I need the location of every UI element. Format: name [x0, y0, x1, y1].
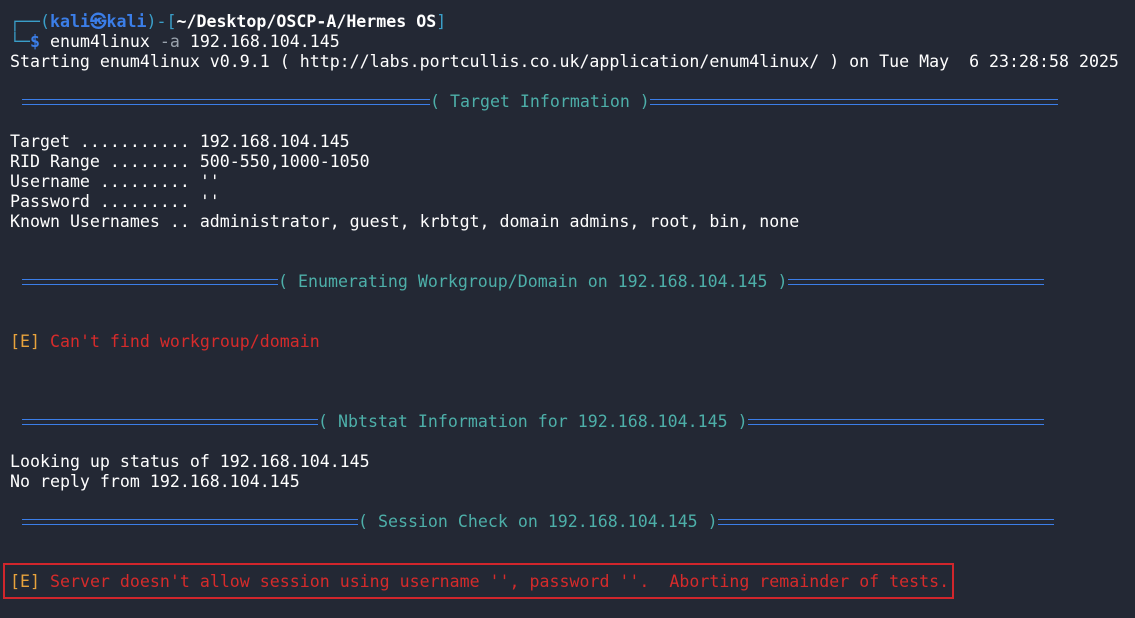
- nbtstat-lookup-line: Looking up status of 192.168.104.145: [10, 452, 370, 471]
- section-header-session: ( Session Check on 192.168.104.145 ): [22, 512, 1054, 532]
- section-rule-left: [22, 419, 318, 425]
- prompt-host: kali: [106, 12, 147, 31]
- error-tag: [E]: [10, 572, 40, 591]
- command-flag: -a: [159, 32, 180, 51]
- workgroup-error-line: [E] Can't find workgroup/domain: [10, 332, 320, 352]
- section-title-session: ( Session Check on 192.168.104.145 ): [358, 512, 718, 531]
- command-arg: 192.168.104.145: [189, 32, 340, 51]
- section-title-workgroup: ( Enumerating Workgroup/Domain on 192.16…: [278, 272, 788, 291]
- nbtstat-reply-line: No reply from 192.168.104.145: [10, 472, 300, 491]
- prompt-header: ┌──(kali㉿kali)-[~/Desktop/OSCP-A/Hermes …: [10, 12, 446, 32]
- section-header-workgroup: ( Enumerating Workgroup/Domain on 192.16…: [22, 272, 1044, 292]
- section-rule-left: [22, 279, 278, 285]
- prompt-dollar: $: [29, 32, 40, 51]
- section-header-target-info: ( Target Information ): [22, 92, 1058, 112]
- prompt-bracket-close: ]: [436, 12, 447, 31]
- terminal-window[interactable]: ┌──(kali㉿kali)-[~/Desktop/OSCP-A/Hermes …: [0, 0, 1135, 618]
- prompt-path: ~/Desktop/OSCP-A/Hermes OS: [176, 12, 437, 31]
- section-header-nbtstat: ( Nbtstat Information for 192.168.104.14…: [22, 412, 1044, 432]
- prompt-user: kali: [49, 12, 90, 31]
- known-usernames-line: Known Usernames .. administrator, guest,…: [10, 212, 800, 231]
- section-rule-right: [717, 519, 1054, 525]
- password-line: Password ......... '': [10, 192, 220, 211]
- starting-line: Starting enum4linux v0.9.1 ( http://labs…: [10, 52, 1119, 71]
- section-rule-right: [747, 419, 1044, 425]
- prompt-corner-top: ┌──(: [10, 12, 50, 31]
- error-tag: [E]: [10, 332, 40, 351]
- error-message: Server doesn't allow session using usern…: [49, 572, 950, 591]
- error-message: Can't find workgroup/domain: [49, 332, 320, 351]
- command-name: enum4linux: [49, 32, 150, 51]
- prompt-corner-bottom: └─: [10, 32, 30, 51]
- section-title-target-info: ( Target Information ): [430, 92, 650, 111]
- rid-range-line: RID Range ........ 500-550,1000-1050: [10, 152, 370, 171]
- target-line: Target ........... 192.168.104.145: [10, 132, 350, 151]
- section-rule-left: [22, 99, 430, 105]
- username-line: Username ......... '': [10, 172, 220, 191]
- prompt-separator: )-[: [146, 12, 177, 31]
- prompt-at-icon: ㉿: [89, 12, 107, 31]
- session-error-line: [E] Server doesn't allow session using u…: [10, 572, 949, 592]
- section-rule-right: [787, 279, 1044, 285]
- section-title-nbtstat: ( Nbtstat Information for 192.168.104.14…: [318, 412, 748, 431]
- section-rule-right: [649, 99, 1058, 105]
- section-rule-left: [22, 519, 358, 525]
- command-line[interactable]: └─$ enum4linux -a 192.168.104.145: [10, 32, 340, 52]
